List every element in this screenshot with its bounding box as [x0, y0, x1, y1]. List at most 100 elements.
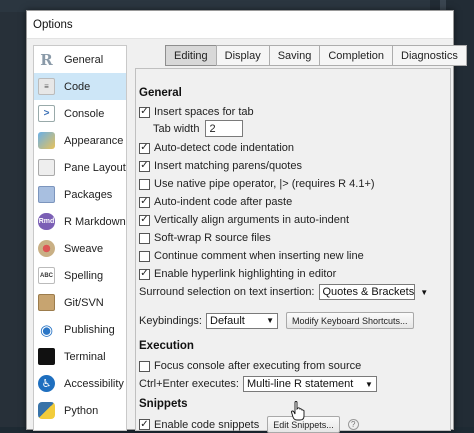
tab-saving[interactable]: Saving	[268, 45, 320, 66]
checkbox[interactable]: ✓	[139, 214, 150, 226]
option-continue-comment[interactable]: Continue comment when inserting new line	[139, 248, 364, 264]
chevron-down-icon: ▼	[266, 316, 274, 325]
sidebar-item-label: Packages	[64, 188, 113, 201]
sidebar-item-publishing[interactable]: ◉ Publishing	[34, 316, 126, 343]
git-svn-icon	[38, 294, 55, 311]
sidebar-item-sweave[interactable]: Sweave	[34, 235, 126, 262]
dialog-title: Options	[33, 18, 73, 31]
hand-cursor-icon	[291, 401, 305, 421]
python-icon	[38, 402, 55, 419]
section-title-snippets: Snippets	[139, 398, 188, 410]
tab-display[interactable]: Display	[215, 45, 269, 66]
checkbox[interactable]: ✓	[139, 106, 150, 118]
section-title-execution: Execution	[139, 340, 194, 352]
tab-width-input[interactable]: 2	[205, 120, 244, 137]
surround-value: Quotes & Brackets	[322, 286, 415, 298]
surround-label: Surround selection on text insertion:	[139, 286, 315, 298]
sidebar-item-label: Code	[64, 80, 91, 93]
option-enable-snippets[interactable]: ✓ Enable code snippets Edit Snippets... …	[139, 416, 359, 433]
sidebar-item-label: R Markdown	[64, 215, 126, 228]
sidebar-item-git-svn[interactable]: Git/SVN	[34, 289, 126, 316]
ctrl-enter-select[interactable]: Multi-line R statement ▼	[242, 376, 377, 392]
sidebar-item-python[interactable]: Python	[34, 397, 126, 424]
checkbox[interactable]	[139, 232, 150, 244]
sidebar-item-console[interactable]: > Console	[34, 100, 126, 127]
checkbox[interactable]: ✓	[139, 196, 150, 208]
code-icon: ≡	[38, 78, 55, 95]
tab-diagnostics[interactable]: Diagnostics	[392, 45, 467, 66]
accessibility-icon: ♿	[38, 375, 55, 392]
options-sidebar: R General ≡ Code > Console Appearance Pa…	[33, 45, 127, 431]
sidebar-item-appearance[interactable]: Appearance	[34, 127, 126, 154]
option-label: Focus console after executing from sourc…	[154, 360, 362, 372]
dialog-titlebar: Options	[27, 11, 453, 39]
checkbox[interactable]	[139, 360, 150, 372]
ctrl-enter-row: Ctrl+Enter executes: Multi-line R statem…	[139, 376, 377, 392]
checkbox[interactable]: ✓	[139, 419, 150, 430]
option-label: Enable hyperlink highlighting in editor	[154, 268, 337, 280]
sidebar-item-label: Sweave	[64, 242, 104, 255]
sidebar-item-general[interactable]: R General	[34, 46, 126, 73]
sidebar-item-packages[interactable]: Packages	[34, 181, 126, 208]
sidebar-item-pane-layout[interactable]: Pane Layout	[34, 154, 126, 181]
publishing-icon: ◉	[38, 321, 55, 339]
option-label: Enable code snippets	[154, 418, 260, 431]
ctrl-enter-label: Ctrl+Enter executes:	[139, 378, 239, 390]
sidebar-item-label: Console	[64, 107, 105, 120]
packages-icon	[38, 186, 55, 203]
option-hyperlink[interactable]: ✓ Enable hyperlink highlighting in edito…	[139, 266, 336, 282]
option-label: Vertically align arguments in auto-inden…	[154, 214, 350, 226]
option-auto-detect[interactable]: ✓ Auto-detect code indentation	[139, 140, 294, 156]
sidebar-item-r-markdown[interactable]: Rmd R Markdown	[34, 208, 126, 235]
tab-completion[interactable]: Completion	[319, 45, 392, 66]
appearance-icon	[38, 132, 55, 149]
checkbox[interactable]	[139, 178, 150, 190]
rmarkdown-icon: Rmd	[38, 213, 55, 230]
editing-pane: General ✓ Insert spaces for tab Tab widt…	[135, 68, 451, 433]
modify-keyboard-shortcuts-button[interactable]: Modify Keyboard Shortcuts...	[286, 312, 414, 329]
option-insert-spaces[interactable]: ✓ Insert spaces for tab	[139, 104, 254, 120]
sidebar-item-accessibility[interactable]: ♿ Accessibility	[34, 370, 126, 397]
option-focus-console[interactable]: Focus console after executing from sourc…	[139, 358, 361, 374]
checkbox[interactable]: ✓	[139, 142, 150, 154]
sidebar-item-label: Spelling	[64, 269, 104, 282]
option-auto-indent[interactable]: ✓ Auto-indent code after paste	[139, 194, 292, 210]
option-label: Insert matching parens/quotes	[154, 160, 302, 172]
chevron-down-icon: ▼	[420, 287, 429, 297]
option-native-pipe[interactable]: Use native pipe operator, |> (requires R…	[139, 176, 375, 192]
option-label: Insert spaces for tab	[154, 106, 254, 118]
keybindings-value: Default	[210, 314, 245, 327]
checkbox[interactable]: ✓	[139, 160, 150, 172]
option-matching-parens[interactable]: ✓ Insert matching parens/quotes	[139, 158, 302, 174]
sidebar-item-label: Git/SVN	[64, 296, 104, 309]
checkbox[interactable]	[139, 250, 150, 262]
tab-editing[interactable]: Editing	[165, 45, 216, 66]
option-soft-wrap[interactable]: Soft-wrap R source files	[139, 230, 271, 246]
sidebar-item-code[interactable]: ≡ Code	[34, 73, 126, 100]
surround-row: Surround selection on text insertion: Qu…	[139, 284, 428, 300]
tab-width-label: Tab width	[153, 122, 200, 135]
sidebar-item-label: Appearance	[64, 134, 124, 147]
checkbox[interactable]: ✓	[139, 268, 150, 280]
section-title-general: General	[139, 87, 182, 99]
option-label: Auto-indent code after paste	[154, 196, 293, 208]
sweave-icon	[38, 240, 55, 257]
ctrl-enter-value: Multi-line R statement	[246, 378, 354, 390]
sidebar-item-spelling[interactable]: ABC Spelling	[34, 262, 126, 289]
pane-layout-icon	[38, 159, 55, 176]
option-label: Soft-wrap R source files	[154, 232, 271, 244]
keybindings-select[interactable]: Default ▼	[206, 312, 278, 329]
help-icon[interactable]: ?	[347, 419, 359, 430]
sidebar-item-label: Terminal	[64, 350, 106, 363]
tab-bar: Editing Display Saving Completion Diagno…	[165, 45, 467, 66]
terminal-icon	[38, 348, 55, 365]
sidebar-item-terminal[interactable]: Terminal	[34, 343, 126, 370]
keybindings-row: Keybindings: Default ▼ Modify Keyboard S…	[139, 312, 414, 329]
options-content: Editing Display Saving Completion Diagno…	[135, 45, 467, 433]
sidebar-item-label: Python	[64, 404, 99, 417]
option-label: Use native pipe operator, |> (requires R…	[154, 178, 375, 190]
sidebar-item-label: General	[64, 53, 104, 66]
option-vertically-align[interactable]: ✓ Vertically align arguments in auto-ind…	[139, 212, 349, 228]
keybindings-label: Keybindings:	[139, 314, 202, 327]
surround-select[interactable]: Quotes & Brackets ▼	[318, 284, 428, 300]
